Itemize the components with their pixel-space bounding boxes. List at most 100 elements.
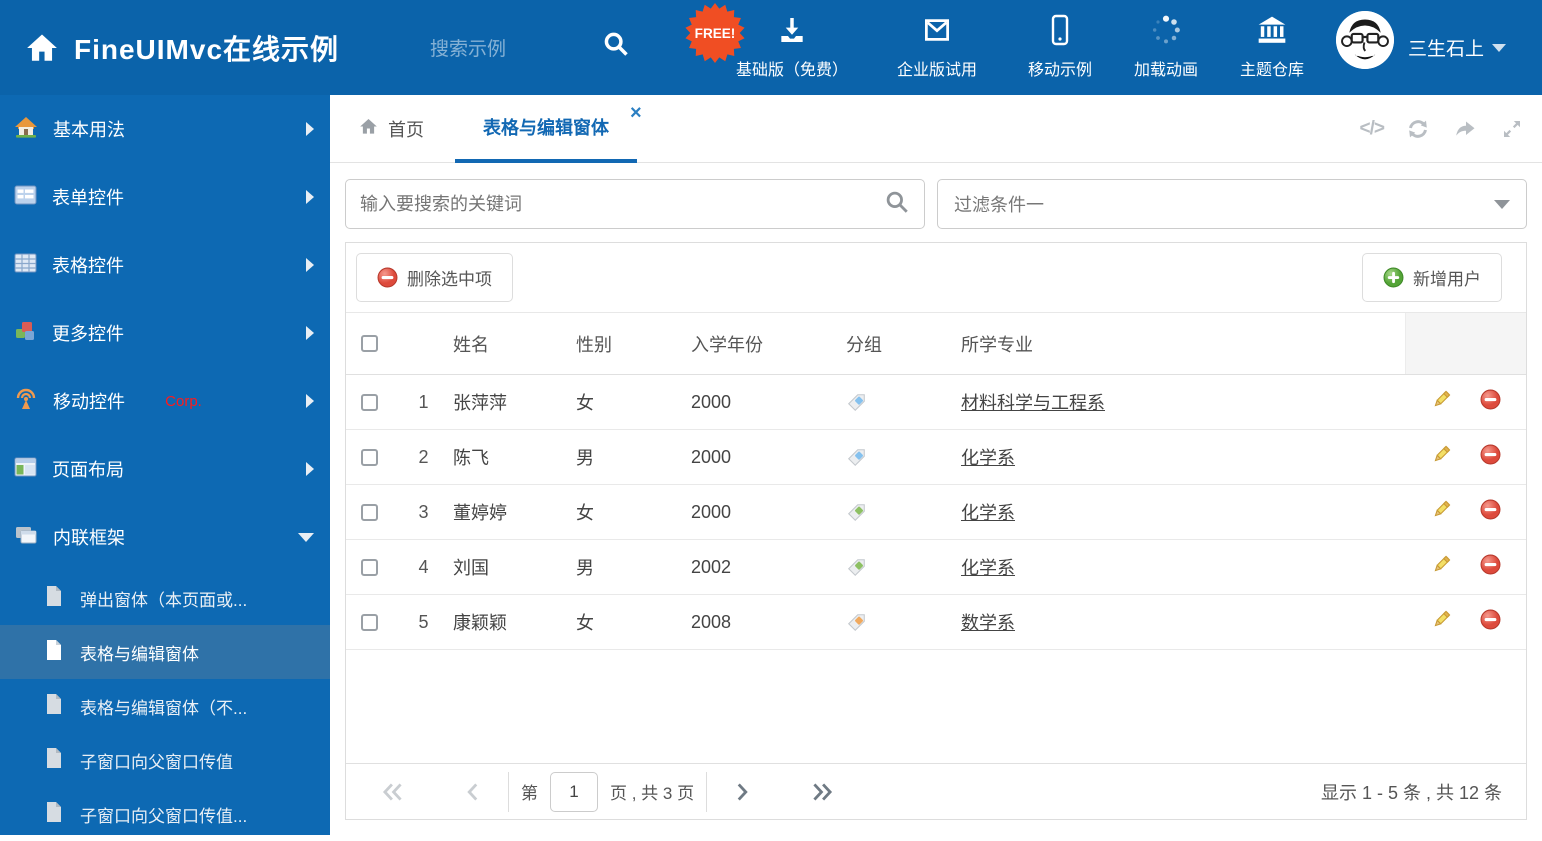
column-header-group: 分组 [846,334,882,355]
user-menu[interactable]: 三生石上 [1408,34,1507,61]
tab-home[interactable]: 首页 [358,95,424,163]
nav-loading-animation[interactable]: 加载动画 [1113,12,1219,80]
sidebar-item-label: 基本用法 [53,120,125,140]
table-row: 4 刘国 男 2002 化学系 [346,540,1526,595]
header-nav: 基础版（免费） 企业版试用 移动示例 加载动画 主题仓库 [717,12,1325,87]
page-number-input[interactable] [550,771,598,812]
add-button-label: 新增用户 [1413,270,1481,289]
sidebar-subitem-child-to-parent[interactable]: 子窗口向父窗口传值 [0,733,330,787]
row-number: 3 [418,501,429,522]
row-number: 4 [418,556,429,577]
edit-icon[interactable] [1431,499,1452,525]
sidebar-subitem-child-to-parent-2[interactable]: 子窗口向父窗口传值... [0,787,330,841]
sidebar-item-grid-controls[interactable]: 表格控件 [0,231,330,299]
major-link[interactable]: 化学系 [961,503,1015,523]
sidebar-subitem-label: 弹出窗体（本页面或... [80,590,248,610]
app-title: FineUIMvc在线示例 [74,34,340,65]
cell-name: 刘国 [453,558,489,578]
fullscreen-icon[interactable] [1500,117,1524,141]
major-link[interactable]: 化学系 [961,448,1015,468]
row-checkbox[interactable] [361,448,378,466]
source-code-icon[interactable]: </> [1360,118,1386,140]
sidebar-item-iframe[interactable]: 内联框架 [0,503,330,571]
row-number: 2 [418,446,429,467]
top-header: FineUIMvc在线示例 搜索示例 FREE! 基础版（免费） 企业版试用 移… [0,0,1542,95]
search-icon[interactable] [602,30,630,63]
major-link[interactable]: 材料科学与工程系 [961,393,1105,413]
delete-button-label: 删除选中项 [407,270,492,289]
keyword-search-box[interactable] [345,179,925,229]
divider [508,771,509,812]
delete-row-icon[interactable] [1480,389,1501,415]
user-avatar[interactable] [1336,11,1394,69]
edit-icon[interactable] [1431,554,1452,580]
sidebar-subitem-grid-edit-window[interactable]: 表格与编辑窗体 [0,625,330,679]
sidebar-item-form-controls[interactable]: 表单控件 [0,163,330,231]
download-icon [776,12,808,48]
last-page-button[interactable] [799,779,845,805]
pagination-bar: 第 页 , 共 3 页 显示 1 - 5 条 , 共 12 条 [346,763,1526,819]
filter-row: 过滤条件一 [345,179,1527,229]
cell-name: 张萍萍 [453,393,507,413]
major-link[interactable]: 化学系 [961,558,1015,578]
search-icon[interactable] [884,189,910,220]
cell-gender: 女 [576,393,594,413]
table-icon [14,253,37,278]
frames-icon [14,525,38,550]
sidebar-item-page-layout[interactable]: 页面布局 [0,435,330,503]
sidebar-subitem-grid-edit-window-no[interactable]: 表格与编辑窗体（不... [0,679,330,733]
edit-icon[interactable] [1431,389,1452,415]
cell-group [831,557,946,578]
nav-basic-edition[interactable]: 基础版（免费） [717,12,867,80]
row-checkbox[interactable] [361,613,378,631]
page-content: 过滤条件一 删除选中项 新增用户 姓名 性别 入学年份 [330,164,1542,835]
sidebar-item-label: 内联框架 [53,528,125,548]
cell-group [831,447,946,468]
tag-icon [847,558,865,576]
column-header-name: 姓名 [453,334,489,355]
first-page-button[interactable] [370,779,416,805]
delete-row-icon[interactable] [1480,554,1501,580]
delete-row-icon[interactable] [1480,499,1501,525]
row-checkbox[interactable] [361,558,378,576]
delete-row-icon[interactable] [1480,609,1501,635]
edit-icon[interactable] [1431,444,1452,470]
column-header-actions [1405,313,1526,374]
sidebar-item-more-controls[interactable]: 更多控件 [0,299,330,367]
filter-dropdown[interactable]: 过滤条件一 [937,179,1527,229]
chevron-right-icon [306,122,314,136]
delete-row-icon[interactable] [1480,444,1501,470]
sidebar-item-mobile-controls[interactable]: 移动控件 Corp. [0,367,330,435]
file-icon [44,747,64,774]
nav-mobile-demo[interactable]: 移动示例 [1007,12,1113,80]
close-icon[interactable]: × [630,103,642,123]
sidebar-subitem-popup-window[interactable]: 弹出窗体（本页面或... [0,571,330,625]
row-checkbox[interactable] [361,393,378,411]
add-user-button[interactable]: 新增用户 [1362,253,1502,302]
main-area: 首页 表格与编辑窗体 × </> 输入要搜索的关键词 过滤条件一 删除选中项 新… [330,95,1542,835]
sidebar-item-basic-usage[interactable]: 基本用法 [0,95,330,163]
delete-selected-button[interactable]: 删除选中项 [356,253,513,302]
tab-grid-edit-window[interactable]: 表格与编辑窗体 [455,95,637,163]
nav-theme-store[interactable]: 主题仓库 [1219,12,1325,80]
prev-page-button[interactable] [450,779,496,805]
nav-enterprise-trial[interactable]: 企业版试用 [867,12,1007,80]
next-page-button[interactable] [719,779,765,805]
page-tools: </> [1360,95,1524,163]
tag-icon [847,393,865,411]
home-logo-icon[interactable] [24,31,60,70]
edit-icon[interactable] [1431,609,1452,635]
record-count-summary: 显示 1 - 5 条 , 共 12 条 [1320,782,1502,803]
grid-empty-area [346,650,1526,763]
select-all-checkbox[interactable] [361,335,378,352]
refresh-icon[interactable] [1406,117,1430,141]
header-search-input[interactable]: 搜索示例 [430,34,506,61]
sidebar-subitem-label: 表格与编辑窗体（不... [80,698,248,718]
table-header-row: 姓名 性别 入学年份 分组 所学专业 [346,313,1526,375]
file-icon [44,585,64,612]
open-new-window-icon[interactable] [1452,117,1478,141]
column-header-year: 入学年份 [691,334,763,355]
major-link[interactable]: 数学系 [961,613,1015,633]
row-checkbox[interactable] [361,503,378,521]
keyword-search-input[interactable] [360,180,884,228]
